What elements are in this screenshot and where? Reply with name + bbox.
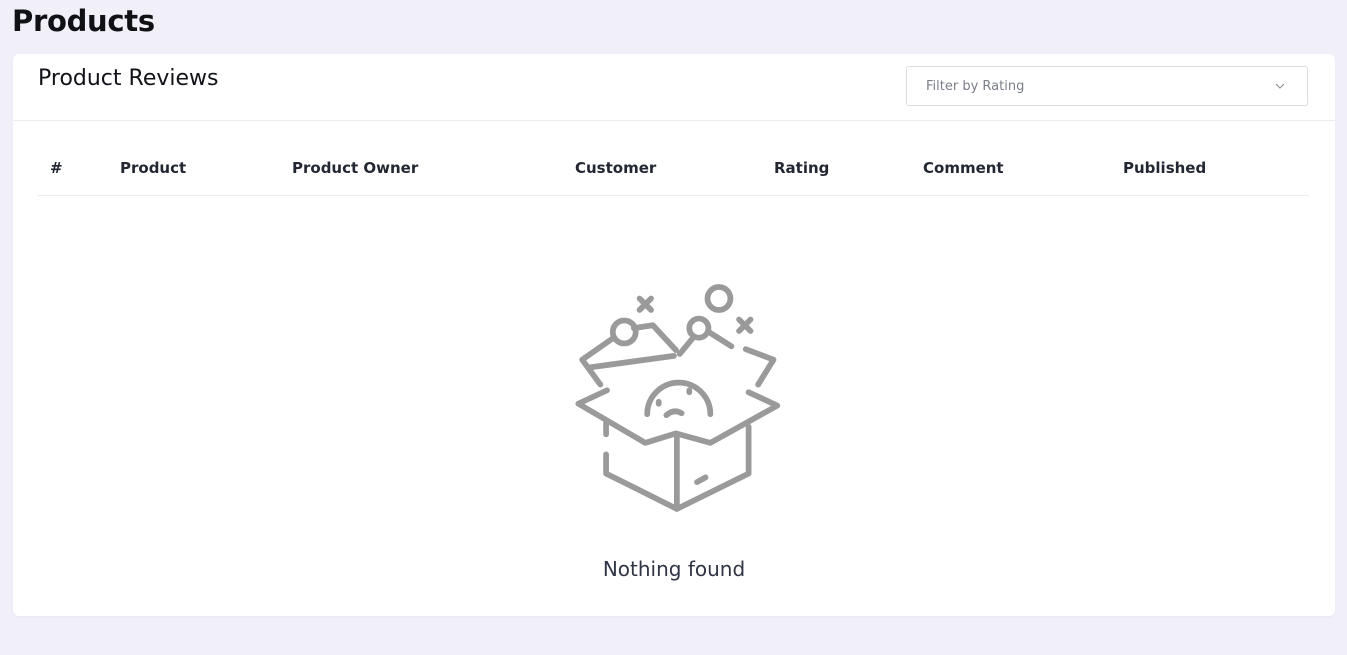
reviews-table: # Product Product Owner Customer Rating … — [38, 121, 1309, 196]
empty-box-icon — [575, 284, 781, 512]
column-header-product[interactable]: Product — [120, 159, 186, 177]
column-header-comment[interactable]: Comment — [923, 159, 1004, 177]
empty-state-message: Nothing found — [602, 557, 746, 581]
empty-state — [13, 272, 1335, 522]
card-header: Product Reviews Filter by Rating — [13, 54, 1335, 121]
column-header-rating[interactable]: Rating — [774, 159, 829, 177]
filter-by-rating-select[interactable]: Filter by Rating — [906, 66, 1308, 106]
column-header-product-owner[interactable]: Product Owner — [292, 159, 418, 177]
filter-placeholder: Filter by Rating — [926, 79, 1025, 94]
column-header-published[interactable]: Published — [1123, 159, 1206, 177]
product-reviews-card: Product Reviews Filter by Rating # Produ… — [13, 54, 1335, 616]
card-title: Product Reviews — [38, 66, 219, 91]
page-title: Products — [12, 4, 155, 38]
column-header-customer[interactable]: Customer — [575, 159, 656, 177]
table-header: # Product Product Owner Customer Rating … — [38, 121, 1309, 196]
chevron-down-icon — [1275, 83, 1285, 89]
column-header-index[interactable]: # — [50, 159, 63, 177]
